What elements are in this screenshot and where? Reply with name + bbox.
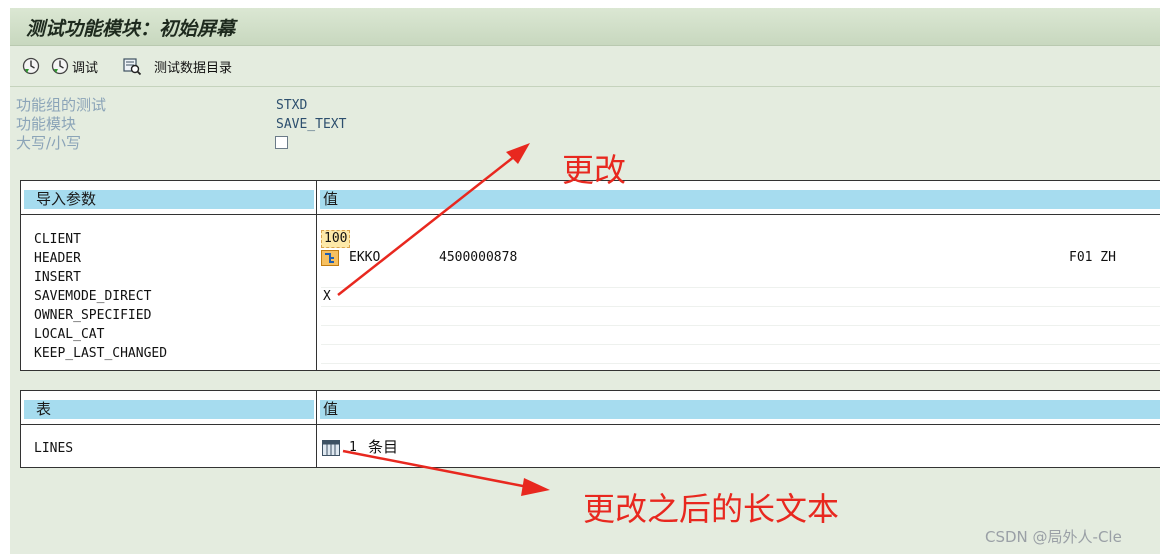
arrow-to-change [337, 143, 530, 296]
after-change-annotation: 更改之后的长文本 [583, 490, 840, 528]
annotation-arrows [337, 143, 550, 496]
arrow-to-long-text [342, 449, 550, 496]
watermark: CSDN @局外人-Cle [985, 528, 1122, 546]
change-annotation: 更改 [562, 151, 627, 189]
